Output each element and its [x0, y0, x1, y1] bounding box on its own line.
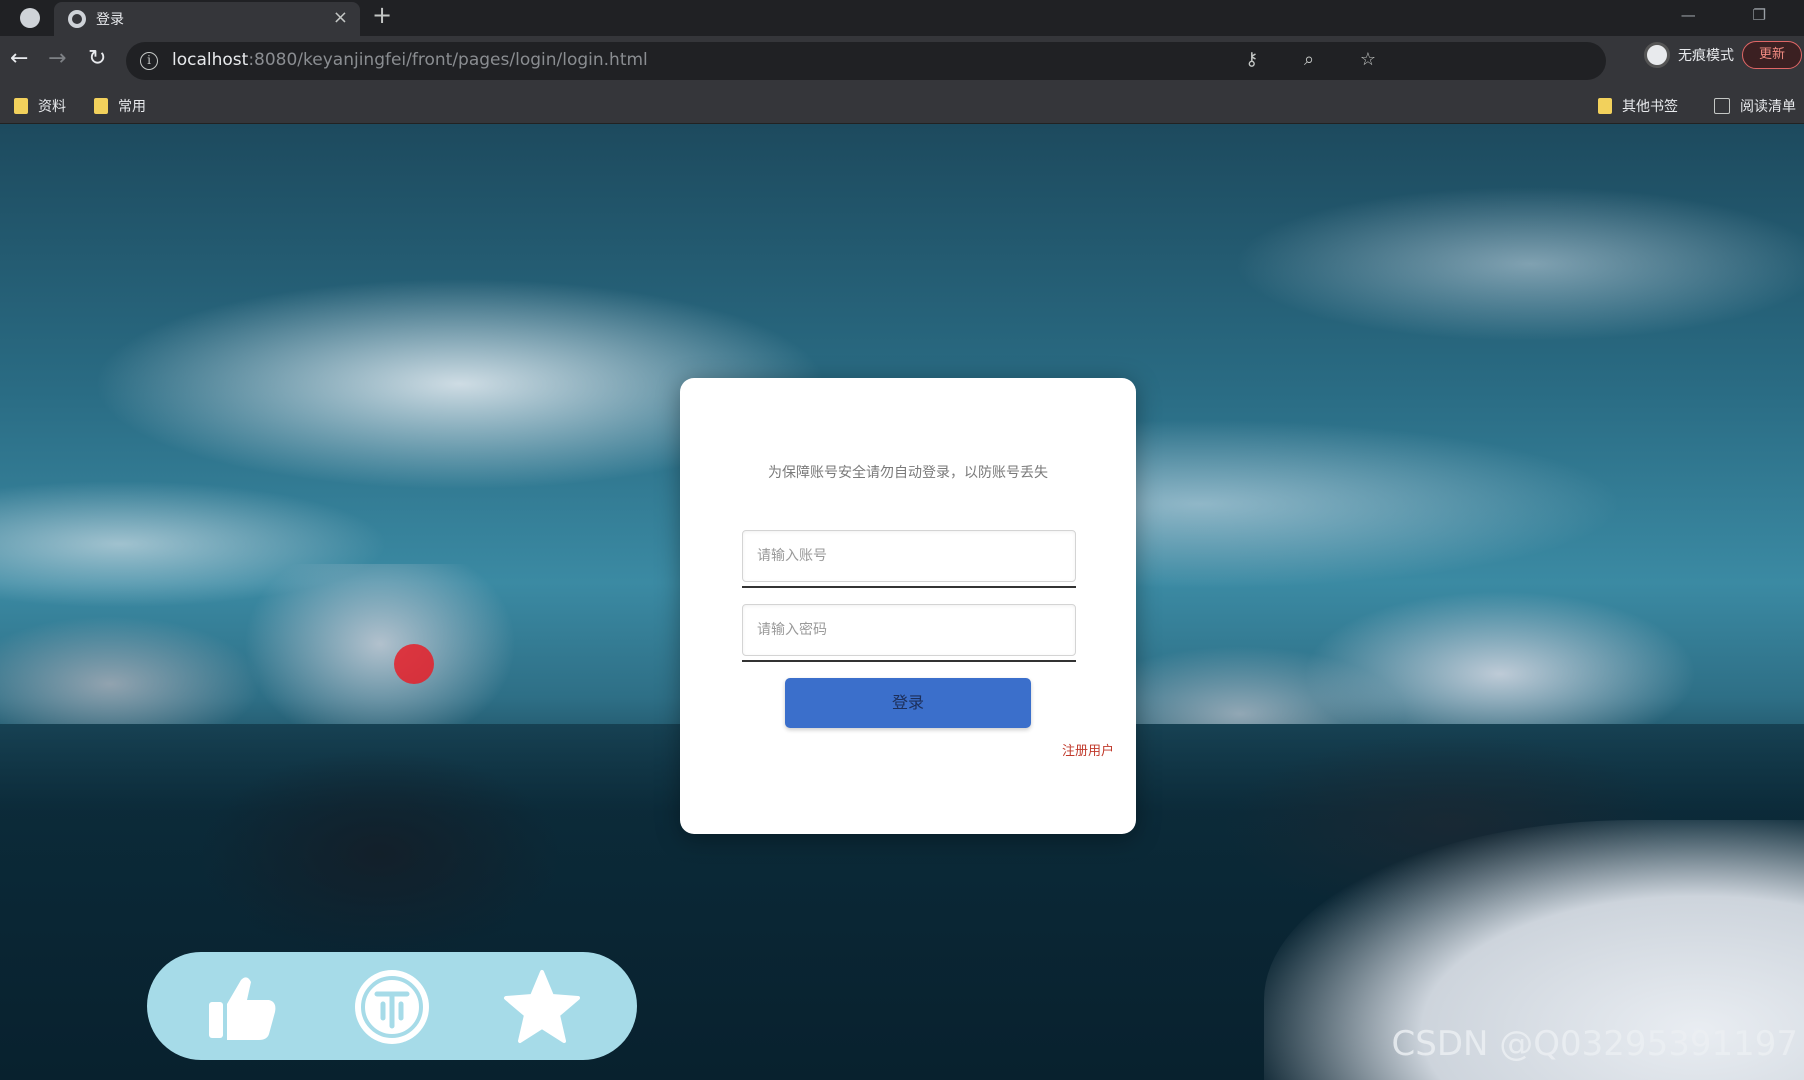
address-bar[interactable]: i localhost:8080/keyanjingfei/front/page… [126, 42, 1606, 80]
register-link[interactable]: 注册用户 [1062, 740, 1114, 759]
login-hint: 为保障账号安全请勿自动登录，以防账号丢失 [768, 465, 1048, 481]
bookmark-folder-changyong[interactable]: 常用 [94, 96, 146, 116]
info-icon[interactable]: i [140, 52, 158, 70]
new-tab-button[interactable]: + [372, 1, 392, 29]
thumbs-up-icon[interactable] [203, 968, 281, 1046]
reading-list-label: 阅读清单 [1740, 99, 1796, 115]
page-content: 为保障账号安全请勿自动登录，以防账号丢失 登录 注册用户 [0, 124, 1804, 1080]
bookmark-label: 其他书签 [1622, 99, 1678, 115]
bookmark-folder-ziliao[interactable]: 资料 [14, 96, 66, 116]
tab-login[interactable]: 登录 × [54, 2, 360, 36]
account-field[interactable] [742, 530, 1076, 582]
back-icon[interactable]: ← [10, 46, 28, 71]
forward-icon[interactable]: → [48, 46, 66, 71]
url-path: :8080/keyanjingfei/front/pages/login/log… [248, 50, 648, 70]
incognito-icon [1644, 42, 1670, 68]
reading-list-icon [1714, 98, 1730, 114]
tab-strip: 登录 × + — ❐ [0, 0, 1804, 36]
cursor-highlight [394, 644, 434, 684]
folder-icon [14, 98, 28, 114]
bookmark-label: 常用 [118, 99, 146, 115]
coin-icon[interactable] [353, 968, 431, 1046]
url-host: localhost [172, 50, 249, 70]
account-underline [742, 586, 1076, 588]
csdn-watermark: CSDN @Q03295391197 [1391, 1024, 1798, 1064]
login-card: 为保障账号安全请勿自动登录，以防账号丢失 登录 注册用户 [680, 378, 1136, 834]
update-button[interactable]: 更新 [1742, 41, 1802, 69]
globe-icon [68, 10, 86, 28]
browser-toolbar: ← → ↻ i localhost:8080/keyanjingfei/fron… [0, 36, 1804, 88]
password-input[interactable] [743, 605, 1075, 655]
folder-icon [94, 98, 108, 114]
browser-app-icon[interactable] [20, 8, 40, 28]
profile-label: 无痕模式 [1678, 48, 1734, 64]
bookmarks-bar: 资料 常用 其他书签 阅读清单 [0, 88, 1804, 124]
reading-list[interactable]: 阅读清单 [1714, 96, 1796, 116]
password-underline [742, 660, 1076, 662]
window-controls[interactable]: — ❐ [1681, 6, 1792, 24]
incognito-profile[interactable]: 无痕模式 [1644, 38, 1734, 72]
close-icon[interactable]: × [333, 7, 348, 28]
reload-icon[interactable]: ↻ [88, 46, 106, 71]
bookmark-other[interactable]: 其他书签 [1598, 96, 1678, 116]
folder-icon [1598, 98, 1612, 114]
login-button[interactable]: 登录 [785, 678, 1031, 728]
reaction-bar [147, 952, 637, 1060]
star-icon[interactable] [503, 968, 581, 1046]
browser-window: 登录 × + — ❐ ← → ↻ i localhost:8080/keyanj… [0, 0, 1804, 1080]
key-zoom-star-icons[interactable]: ⚷ ⌕ ☆ [1245, 49, 1396, 70]
password-field[interactable] [742, 604, 1076, 656]
url-text[interactable]: localhost:8080/keyanjingfei/front/pages/… [172, 50, 648, 70]
bookmark-label: 资料 [38, 99, 66, 115]
account-input[interactable] [743, 531, 1075, 581]
tab-title: 登录 [96, 12, 124, 28]
